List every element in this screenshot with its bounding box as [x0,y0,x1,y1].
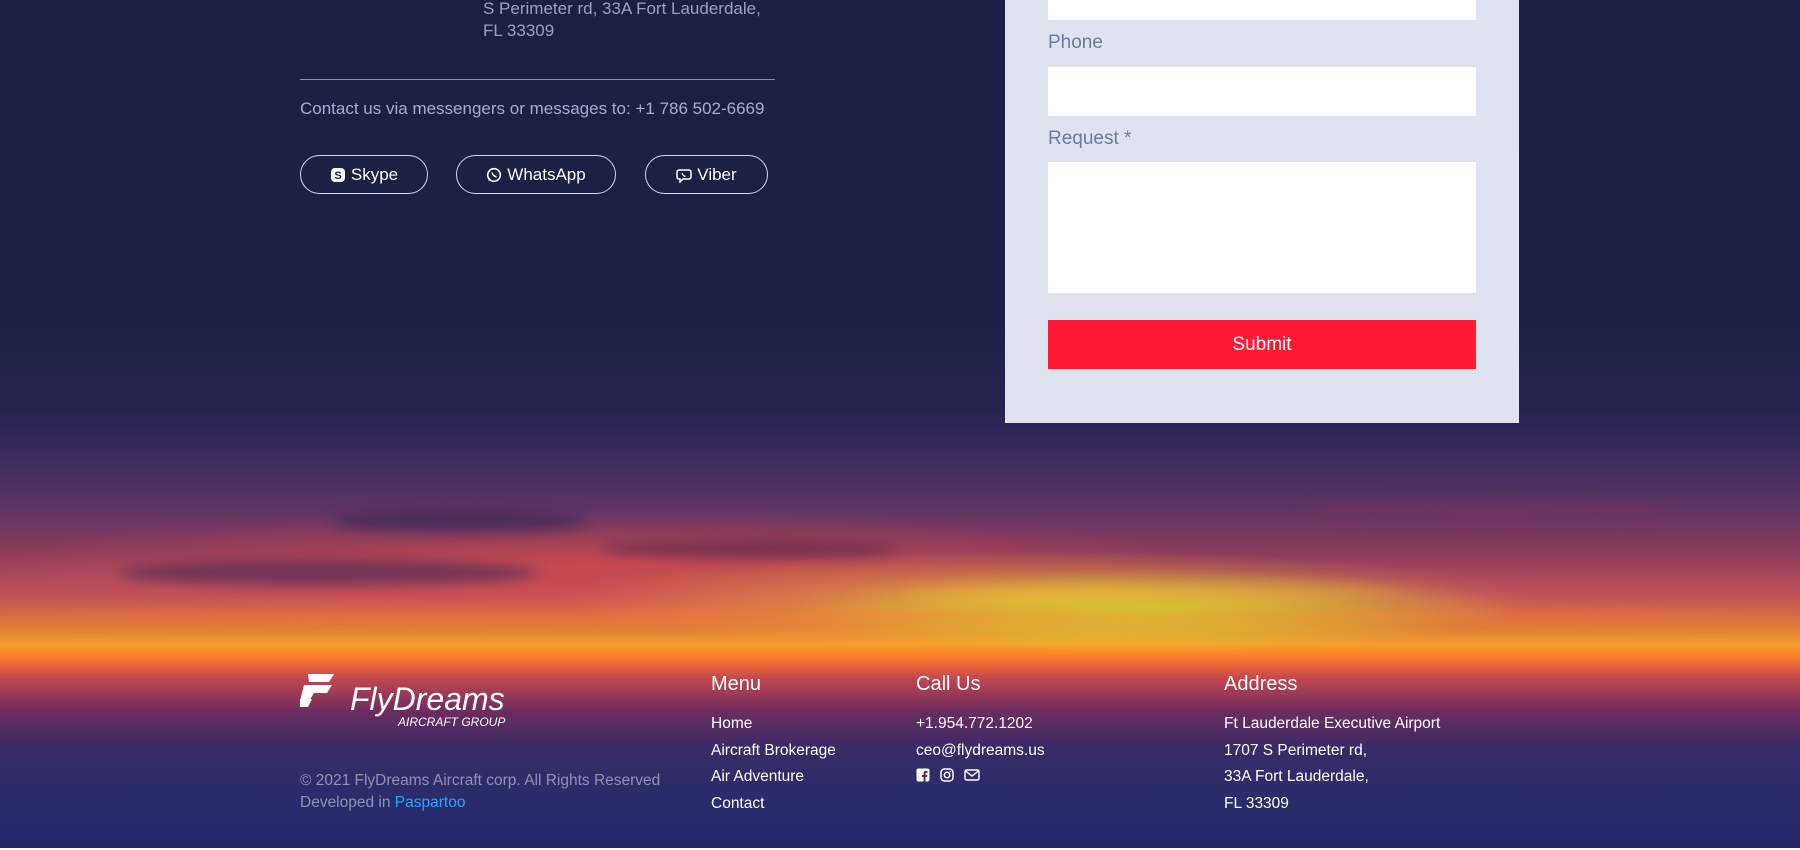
footer-menu-home[interactable]: Home [711,711,836,738]
skype-icon: S [330,167,346,183]
contact-address-line2: FL 33309 [483,21,555,40]
footer-menu: Menu Home Aircraft Brokerage Air Adventu… [711,673,836,817]
footer-address-line: FL 33309 [1224,794,1289,812]
logo-sub-text: AIRCRAFT GROUP [397,715,505,728]
request-textarea[interactable] [1048,162,1476,293]
footer-call-us: Call Us +1.954.772.1202 ceo@flydreams.us [916,673,1045,782]
contact-address: S Perimeter rd, 33A Fort Lauderdale, FL … [483,0,761,42]
instagram-icon[interactable] [940,768,954,782]
footer-email-link[interactable]: ceo@flydreams.us [916,738,1045,765]
svg-text:S: S [334,170,341,182]
copyright-text: © 2021 FlyDreams Aircraft corp. All Righ… [300,772,661,789]
footer-menu-title: Menu [711,673,762,695]
paspartoo-link[interactable]: Paspartoo [395,794,466,811]
developed-prefix: Developed in [300,794,391,811]
footer-address-title: Address [1224,673,1298,695]
submit-button[interactable]: Submit [1048,320,1476,369]
flydreams-logo[interactable]: FlyDreams AIRCRAFT GROUP [300,672,510,729]
contact-divider [300,79,775,80]
footer-call-title: Call Us [916,673,981,695]
social-icons [916,768,1045,782]
viber-button[interactable]: Viber [645,155,768,194]
email-field[interactable] [1048,0,1476,20]
request-form: Phone Request * Submit [1005,0,1519,423]
whatsapp-button-label: WhatsApp [507,164,586,184]
whatsapp-icon [486,167,502,183]
phone-input[interactable] [1048,67,1476,116]
messenger-text: Contact us via messengers or messages to… [300,99,765,118]
footer-address: Address Ft Lauderdale Executive Airport … [1224,673,1440,817]
footer-menu-aircraft-brokerage[interactable]: Aircraft Brokerage [711,738,836,765]
skype-button[interactable]: S Skype [300,155,428,194]
footer-address-line: 1707 S Perimeter rd, [1224,741,1368,759]
skype-button-label: Skype [350,164,399,184]
request-label: Request * [1048,128,1132,149]
sunset-background: S Perimeter rd, 33A Fort Lauderdale, FL … [0,0,1800,848]
footer-address-line: 33A Fort Lauderdale, [1224,768,1369,785]
footer-menu-air-adventure[interactable]: Air Adventure [711,764,836,791]
viber-button-label: Viber [697,164,737,184]
logo-brand-text: FlyDreams [350,681,505,717]
whatsapp-button[interactable]: WhatsApp [456,155,616,194]
footer-phone-link[interactable]: +1.954.772.1202 [916,711,1045,738]
footer-menu-contact[interactable]: Contact [711,791,836,818]
mail-icon[interactable] [964,768,980,782]
facebook-icon[interactable] [916,768,930,782]
footer-address-line: Ft Lauderdale Executive Airport [1224,715,1441,732]
phone-label: Phone [1048,32,1103,53]
viber-icon [676,167,693,184]
copyright: © 2021 FlyDreams Aircraft corp. All Righ… [300,770,660,814]
developed-line: Developed in Paspartoo [300,792,660,814]
contact-address-line1: S Perimeter rd, 33A Fort Lauderdale, [483,0,761,18]
